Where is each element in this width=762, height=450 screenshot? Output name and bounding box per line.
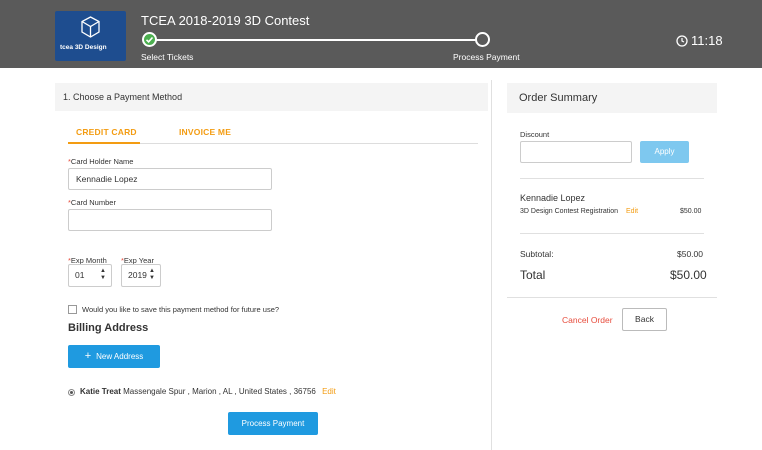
divider bbox=[520, 233, 704, 234]
step-label-select-tickets: Select Tickets bbox=[141, 52, 194, 62]
countdown-timer: 11:18 bbox=[676, 33, 723, 48]
address-edit-link[interactable]: Edit bbox=[322, 387, 336, 396]
item-edit-link[interactable]: Edit bbox=[626, 208, 638, 215]
step-label-process-payment: Process Payment bbox=[453, 52, 520, 62]
address-radio[interactable] bbox=[68, 389, 75, 396]
cancel-order-link[interactable]: Cancel Order bbox=[562, 315, 613, 325]
header-bar: tcea 3D Design TCEA 2018-2019 3D Contest… bbox=[0, 0, 762, 68]
plus-icon: + bbox=[84, 350, 92, 362]
logo-text: tcea 3D Design bbox=[60, 44, 107, 51]
step-complete-indicator bbox=[142, 32, 157, 47]
address-name: Katie Treat bbox=[80, 387, 121, 396]
billing-address-title: Billing Address bbox=[68, 322, 149, 334]
progress-track bbox=[150, 39, 483, 41]
column-divider bbox=[491, 80, 492, 450]
save-method-checkbox[interactable] bbox=[68, 305, 77, 314]
checkmark-icon bbox=[145, 36, 154, 43]
item-name: 3D Design Contest Registration bbox=[520, 208, 619, 215]
new-address-label: New Address bbox=[96, 352, 144, 361]
apply-discount-button[interactable]: Apply bbox=[640, 141, 689, 163]
total-value: $50.00 bbox=[670, 268, 707, 282]
subtotal-value: $50.00 bbox=[677, 249, 703, 259]
back-button[interactable]: Back bbox=[622, 308, 667, 331]
tab-credit-card[interactable]: CREDIT CARD bbox=[76, 127, 137, 137]
tab-invoice-me[interactable]: INVOICE ME bbox=[179, 127, 231, 137]
new-address-button[interactable]: + New Address bbox=[68, 345, 160, 368]
active-tab-indicator bbox=[68, 142, 140, 144]
discount-label: Discount bbox=[520, 130, 550, 139]
step-current-indicator bbox=[475, 32, 490, 47]
card-number-input[interactable] bbox=[68, 209, 272, 231]
process-payment-button[interactable]: Process Payment bbox=[228, 412, 318, 435]
updown-arrows-icon: ▲ ▼ bbox=[100, 268, 106, 281]
subtotal-label: Subtotal: bbox=[520, 249, 554, 259]
total-label: Total bbox=[520, 268, 546, 282]
updown-arrows-icon: ▲ ▼ bbox=[149, 268, 155, 281]
discount-input[interactable] bbox=[520, 141, 632, 163]
divider bbox=[507, 297, 717, 298]
address-text: Massengale Spur , Marion , AL , United S… bbox=[123, 387, 316, 396]
exp-year-select[interactable]: 2019 ▲ ▼ bbox=[121, 264, 161, 287]
payment-section-title: 1. Choose a Payment Method bbox=[55, 83, 488, 111]
line-item: 3D Design Contest Registration Edit bbox=[520, 208, 638, 215]
exp-month-value: 01 bbox=[75, 270, 85, 280]
order-summary-title: Order Summary bbox=[507, 83, 717, 113]
cube-icon bbox=[81, 16, 100, 38]
tcea-logo: tcea 3D Design bbox=[55, 11, 126, 61]
card-holder-input[interactable]: Kennadie Lopez bbox=[68, 168, 272, 190]
exp-year-value: 2019 bbox=[128, 270, 147, 280]
save-method-label: Would you like to save this payment meth… bbox=[82, 305, 280, 314]
clock-icon bbox=[676, 34, 688, 47]
buyer-name: Kennadie Lopez bbox=[520, 193, 586, 203]
event-title: TCEA 2018-2019 3D Contest bbox=[141, 13, 310, 28]
card-number-label: *Card Number bbox=[68, 198, 116, 207]
divider bbox=[520, 178, 704, 179]
payment-method-tabs: CREDIT CARD INVOICE ME bbox=[68, 122, 478, 144]
exp-month-select[interactable]: 01 ▲ ▼ bbox=[68, 264, 112, 287]
timer-value: 11:18 bbox=[691, 33, 723, 48]
billing-address-line: Katie Treat Massengale Spur , Marion , A… bbox=[80, 387, 336, 396]
item-price: $50.00 bbox=[680, 208, 702, 215]
card-holder-label: *Card Holder Name bbox=[68, 157, 134, 166]
